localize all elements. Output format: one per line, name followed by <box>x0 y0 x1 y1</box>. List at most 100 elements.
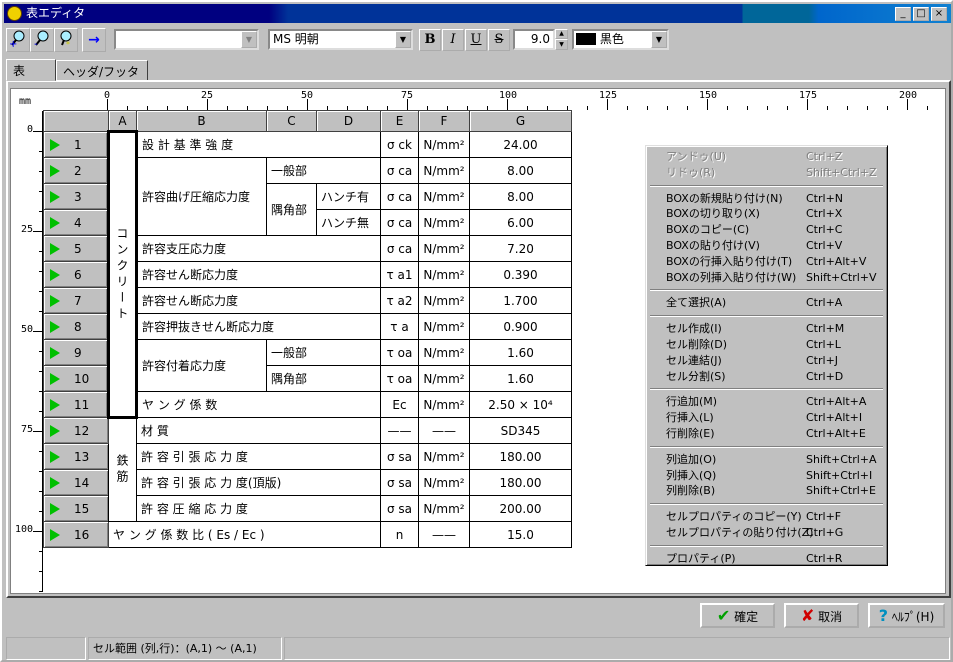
minimize-button[interactable]: _ <box>895 7 911 21</box>
menu-item[interactable]: BOXの貼り付け(V) Ctrl+V <box>648 238 885 254</box>
row-header-7[interactable]: 7 <box>43 287 109 314</box>
table-cell[interactable]: 材 質 <box>136 417 381 444</box>
table-cell[interactable]: N/mm² <box>418 443 470 470</box>
table-cell[interactable]: N/mm² <box>418 313 470 340</box>
table-cell[interactable]: N/mm² <box>418 287 470 314</box>
row-header-14[interactable]: 14 <box>43 469 109 496</box>
table-cell[interactable]: σ ca <box>380 209 419 236</box>
corner-cell[interactable] <box>43 110 109 132</box>
row-header-9[interactable]: 9 <box>43 339 109 366</box>
table-cell[interactable]: N/mm² <box>418 365 470 392</box>
menu-item[interactable]: セル作成(I) Ctrl+M <box>648 321 885 337</box>
table-cell[interactable]: N/mm² <box>418 391 470 418</box>
menu-item[interactable]: セルプロパティの貼り付け(Z) Ctrl+G <box>648 525 885 541</box>
ok-button[interactable]: ✔ 確定 <box>700 603 775 628</box>
row-header-4[interactable]: 4 <box>43 209 109 236</box>
row-header-5[interactable]: 5 <box>43 235 109 262</box>
row-header-16[interactable]: 16 <box>43 521 109 548</box>
table-cell[interactable]: N/mm² <box>418 235 470 262</box>
color-combo[interactable]: 黒色 ▼ <box>572 29 669 50</box>
table-cell[interactable]: τ a <box>380 313 419 340</box>
table-grid[interactable]: A B C D E F G 1 コンクリート設 計 基 準 強 度σ ck N/mm² 24.00 2… <box>43 110 572 548</box>
table-cell[interactable]: 一般部 <box>266 339 381 366</box>
table-cell[interactable]: N/mm² <box>418 495 470 522</box>
table-cell[interactable]: σ sa <box>380 443 419 470</box>
maximize-button[interactable]: □ <box>913 7 929 21</box>
chevron-down-icon[interactable]: ▼ <box>651 31 667 48</box>
table-cell[interactable]: N/mm² <box>418 183 470 210</box>
table-cell[interactable]: 隅角部 <box>266 183 317 236</box>
chevron-down-icon[interactable]: ▼ <box>395 31 411 48</box>
style-combo[interactable]: ▼ <box>114 29 259 50</box>
menu-item[interactable]: セルプロパティのコピー(Y) Ctrl+F <box>648 509 885 525</box>
menu-item[interactable]: BOXの新規貼り付け(N) Ctrl+N <box>648 191 885 207</box>
menu-item[interactable]: BOXの列挿入貼り付け(W) Shift+Ctrl+V <box>648 270 885 286</box>
row-header-3[interactable]: 3 <box>43 183 109 210</box>
table-cell[interactable]: コンクリート <box>107 130 138 419</box>
row-header-12[interactable]: 12 <box>43 417 109 444</box>
table-cell[interactable]: ハンチ無 <box>316 209 381 236</box>
table-cell[interactable]: 設 計 基 準 強 度 <box>136 131 381 158</box>
table-cell[interactable]: ヤ ン グ 係 数 比 ( Es / Ec ) <box>108 521 381 548</box>
italic-button[interactable]: I <box>442 29 464 51</box>
table-cell[interactable]: τ oa <box>380 365 419 392</box>
row-header-10[interactable]: 10 <box>43 365 109 392</box>
table-cell[interactable]: 隅角部 <box>266 365 381 392</box>
table-cell[interactable]: σ ca <box>380 235 419 262</box>
menu-item[interactable]: 行削除(E) Ctrl+Alt+E <box>648 426 885 442</box>
table-cell[interactable]: 1.700 <box>469 287 572 314</box>
row-header-15[interactable]: 15 <box>43 495 109 522</box>
menu-item[interactable]: 全て選択(A) Ctrl+A <box>648 295 885 311</box>
font-size-spinner[interactable]: ▲ ▼ <box>555 29 568 50</box>
zoom-out-icon[interactable]: - <box>30 28 54 52</box>
menu-item[interactable]: 列挿入(Q) Shift+Ctrl+I <box>648 468 885 484</box>
table-cell[interactable]: τ a1 <box>380 261 419 288</box>
table-cell[interactable]: σ ca <box>380 157 419 184</box>
menu-item[interactable]: 行挿入(L) Ctrl+Alt+I <box>648 410 885 426</box>
table-cell[interactable]: —— <box>418 521 470 548</box>
table-cell[interactable]: 許 容 引 張 応 力 度(頂版) <box>136 469 381 496</box>
table-cell[interactable]: τ a2 <box>380 287 419 314</box>
strikethrough-button[interactable]: S <box>488 29 510 51</box>
table-cell[interactable]: 許 容 圧 縮 応 力 度 <box>136 495 381 522</box>
menu-item[interactable]: 列追加(O) Shift+Ctrl+A <box>648 452 885 468</box>
chevron-down-icon[interactable]: ▼ <box>241 31 257 48</box>
table-cell[interactable]: N/mm² <box>418 469 470 496</box>
menu-item[interactable]: 列削除(B) Shift+Ctrl+E <box>648 483 885 499</box>
table-cell[interactable]: ハンチ有 <box>316 183 381 210</box>
table-cell[interactable]: 15.0 <box>469 521 572 548</box>
table-cell[interactable]: N/mm² <box>418 339 470 366</box>
table-cell[interactable]: 180.00 <box>469 443 572 470</box>
row-header-2[interactable]: 2 <box>43 157 109 184</box>
table-cell[interactable]: 許容せん断応力度 <box>136 287 381 314</box>
row-header-1[interactable]: 1 <box>43 131 109 158</box>
table-cell[interactable]: 許容押抜きせん断応力度 <box>136 313 381 340</box>
zoom-fit-icon[interactable]: * <box>54 28 78 52</box>
table-cell[interactable]: 許容支圧応力度 <box>136 235 381 262</box>
table-cell[interactable]: 0.900 <box>469 313 572 340</box>
table-cell[interactable]: 8.00 <box>469 183 572 210</box>
table-cell[interactable]: ヤ ン グ 係 数 <box>136 391 381 418</box>
menu-item[interactable]: セル削除(D) Ctrl+L <box>648 337 885 353</box>
menu-item[interactable]: セル分割(S) Ctrl+D <box>648 369 885 385</box>
tab-table[interactable]: 表 <box>6 59 56 81</box>
column-header-A[interactable]: A <box>108 110 137 132</box>
font-combo[interactable]: MS 明朝 ▼ <box>268 29 413 50</box>
table-cell[interactable]: 0.390 <box>469 261 572 288</box>
table-cell[interactable]: σ sa <box>380 495 419 522</box>
row-header-11[interactable]: 11 <box>43 391 109 418</box>
column-header-B[interactable]: B <box>136 110 267 132</box>
table-cell[interactable]: N/mm² <box>418 261 470 288</box>
table-cell[interactable]: N/mm² <box>418 209 470 236</box>
table-cell[interactable]: N/mm² <box>418 131 470 158</box>
table-cell[interactable]: 180.00 <box>469 469 572 496</box>
menu-item[interactable]: BOXの切り取り(X) Ctrl+X <box>648 206 885 222</box>
menu-item[interactable]: プロパティ(P) Ctrl+R <box>648 551 885 567</box>
close-button[interactable]: × <box>931 7 947 21</box>
arrow-right-icon[interactable]: → <box>82 28 106 52</box>
table-cell[interactable]: n <box>380 521 419 548</box>
column-header-E[interactable]: E <box>380 110 419 132</box>
table-cell[interactable]: 1.60 <box>469 365 572 392</box>
table-cell[interactable]: N/mm² <box>418 157 470 184</box>
table-cell[interactable]: 許容曲げ圧縮応力度 <box>136 157 267 236</box>
